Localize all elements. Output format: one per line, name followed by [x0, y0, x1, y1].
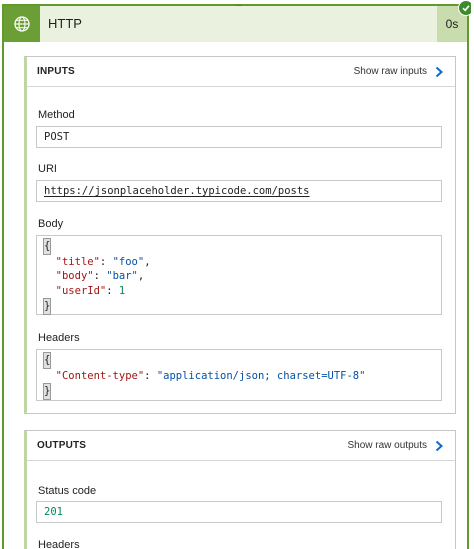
- outputs-section: OUTPUTS Show raw outputs Status code 201…: [24, 430, 456, 549]
- body-label: Body: [38, 218, 64, 230]
- headers-label: Headers: [38, 332, 80, 344]
- status-code-value: 201: [44, 506, 63, 518]
- show-raw-inputs-label: Show raw inputs: [353, 66, 427, 77]
- outputs-title: OUTPUTS: [37, 440, 87, 451]
- body-val-userid: 1: [118, 284, 126, 297]
- inputs-section: INPUTS Show raw inputs Method POST URI h…: [24, 56, 456, 414]
- body-key-userid: "userId": [55, 284, 107, 297]
- output-headers-label: Headers: [38, 539, 80, 549]
- http-action-card: HTTP 0s INPUTS Show raw inputs Method PO…: [2, 0, 474, 549]
- headers-field[interactable]: { "Content-type": "application/json; cha…: [36, 349, 442, 401]
- method-value: POST: [44, 131, 70, 143]
- outputs-header: OUTPUTS Show raw outputs: [27, 431, 455, 461]
- chevron-right-icon: [435, 440, 443, 452]
- headers-close-brace: }: [43, 383, 52, 400]
- body-key-body: "body": [55, 270, 94, 282]
- body-open-brace: {: [43, 238, 52, 255]
- show-raw-inputs-link[interactable]: Show raw inputs: [354, 57, 445, 87]
- headers-key-content-type: "Content-type": [55, 369, 145, 382]
- method-label: Method: [38, 109, 75, 121]
- method-field[interactable]: POST: [36, 126, 442, 148]
- status-code-label: Status code: [38, 485, 97, 497]
- inputs-title: INPUTS: [37, 66, 75, 77]
- body-close-brace: }: [43, 298, 52, 315]
- card-header[interactable]: HTTP 0s: [4, 6, 467, 42]
- show-raw-outputs-link[interactable]: Show raw outputs: [348, 431, 446, 461]
- status-code-field[interactable]: 201: [36, 501, 442, 523]
- uri-label: URI: [38, 163, 57, 175]
- show-raw-outputs-label: Show raw outputs: [347, 440, 428, 451]
- uri-field[interactable]: https://jsonplaceholder.typicode.com/pos…: [36, 180, 442, 202]
- card-title: HTTP: [48, 16, 82, 31]
- headers-open-brace: {: [43, 352, 52, 369]
- run-history-frame: HTTP 0s INPUTS Show raw inputs Method PO…: [0, 0, 474, 549]
- body-val-body: "bar": [106, 270, 138, 282]
- body-key-title: "title": [55, 255, 100, 268]
- headers-val-content-type: "application/json; charset=UTF-8": [156, 369, 366, 382]
- chevron-right-icon: [435, 66, 443, 78]
- inputs-header: INPUTS Show raw inputs: [27, 57, 455, 87]
- globe-icon: [4, 6, 40, 42]
- body-val-title: "foo": [112, 255, 145, 268]
- uri-value: https://jsonplaceholder.typicode.com/pos…: [44, 185, 310, 197]
- body-field[interactable]: { "title": "foo", "body": "bar", "userId…: [36, 235, 442, 315]
